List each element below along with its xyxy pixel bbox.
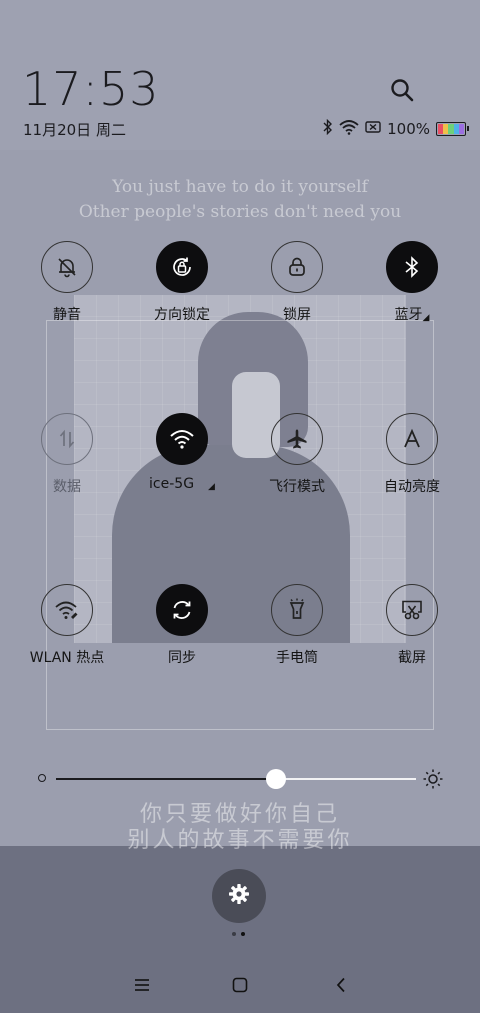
quote-english-line1: You just have to do it yourself — [112, 177, 368, 197]
airplane-icon[interactable] — [271, 413, 323, 465]
tile-label: 同步 — [168, 650, 196, 666]
rotation-lock-icon[interactable] — [156, 241, 208, 293]
wallpaper-frame — [46, 320, 434, 730]
status-icons: 100% — [323, 118, 469, 139]
tile-label: 截屏 — [398, 650, 426, 666]
settings-button[interactable] — [212, 869, 266, 923]
tile-label: 方向锁定 — [154, 307, 210, 323]
tile-hotspot[interactable]: WLAN 热点 — [12, 584, 122, 667]
dropdown-indicator-icon: ◢ — [208, 482, 215, 492]
brightness-high-icon — [422, 768, 444, 790]
gear-icon — [228, 883, 250, 909]
page-dot-active — [241, 932, 245, 936]
home-icon[interactable] — [228, 973, 252, 997]
brightness-handle[interactable] — [265, 769, 286, 789]
tile-label: 手电筒 — [276, 650, 318, 666]
tile-bluetooth[interactable]: 蓝牙◢ — [357, 241, 467, 324]
search-icon[interactable] — [388, 76, 416, 104]
tile-label: 自动亮度 — [384, 479, 440, 495]
tile-label: 数据 — [53, 479, 81, 495]
bluetooth-icon — [323, 118, 333, 139]
no-sim-icon — [365, 120, 381, 138]
brightness-low-icon — [38, 774, 46, 782]
tile-auto-brightness[interactable]: 自动亮度 — [357, 413, 467, 496]
menu-icon[interactable] — [130, 973, 154, 997]
bluetooth-icon[interactable] — [386, 241, 438, 293]
bell-off-icon[interactable] — [41, 241, 93, 293]
page-indicator — [232, 932, 245, 936]
screenshot-icon[interactable] — [386, 584, 438, 636]
flashlight-icon[interactable] — [271, 584, 323, 636]
quote-chinese-line2: 别人的故事不需要你 — [127, 828, 353, 853]
mobile-data-icon[interactable] — [41, 413, 93, 465]
tile-airplane-mode[interactable]: 飞行模式 — [242, 413, 352, 496]
tile-label: 静音 — [53, 307, 81, 323]
date[interactable]: 11月20日 周二 — [23, 119, 126, 140]
tile-label: 飞行模式 — [269, 479, 325, 495]
tile-label: WLAN 热点 — [29, 650, 105, 666]
dropdown-indicator-icon: ◢ — [422, 313, 430, 323]
wifi-icon[interactable] — [156, 413, 208, 465]
page-dot — [232, 932, 236, 936]
brightness-slider[interactable] — [38, 768, 444, 790]
tile-mobile-data[interactable]: 数据 — [12, 413, 122, 496]
tile-sync[interactable]: 同步 — [127, 584, 237, 667]
tile-label: 锁屏 — [283, 307, 311, 323]
tile-flashlight[interactable]: 手电筒 — [242, 584, 352, 667]
brightness-track-filled[interactable] — [56, 778, 276, 780]
brightness-track-empty[interactable] — [275, 778, 416, 780]
tile-label: ice-5G ◢ — [149, 476, 215, 492]
tile-label: 蓝牙◢ — [394, 307, 430, 323]
tile-screenshot[interactable]: 截屏 — [357, 584, 467, 667]
clock[interactable]: 17:53 — [22, 62, 160, 116]
hotspot-icon[interactable] — [41, 584, 93, 636]
tile-lock-screen[interactable]: 锁屏 — [242, 241, 352, 324]
tile-rotation-lock[interactable]: 方向锁定 — [127, 241, 237, 324]
tile-silent[interactable]: 静音 — [12, 241, 122, 324]
battery-text: 100% — [387, 120, 430, 138]
quote-english-line2: Other people's stories don't need you — [78, 202, 402, 222]
back-icon[interactable] — [329, 973, 353, 997]
tile-wifi[interactable]: ice-5G ◢ — [127, 413, 237, 492]
auto-brightness-icon[interactable] — [386, 413, 438, 465]
wifi-icon — [339, 119, 359, 139]
sync-icon[interactable] — [156, 584, 208, 636]
navigation-bar — [0, 965, 480, 1005]
battery-icon — [436, 122, 469, 136]
lock-icon[interactable] — [271, 241, 323, 293]
